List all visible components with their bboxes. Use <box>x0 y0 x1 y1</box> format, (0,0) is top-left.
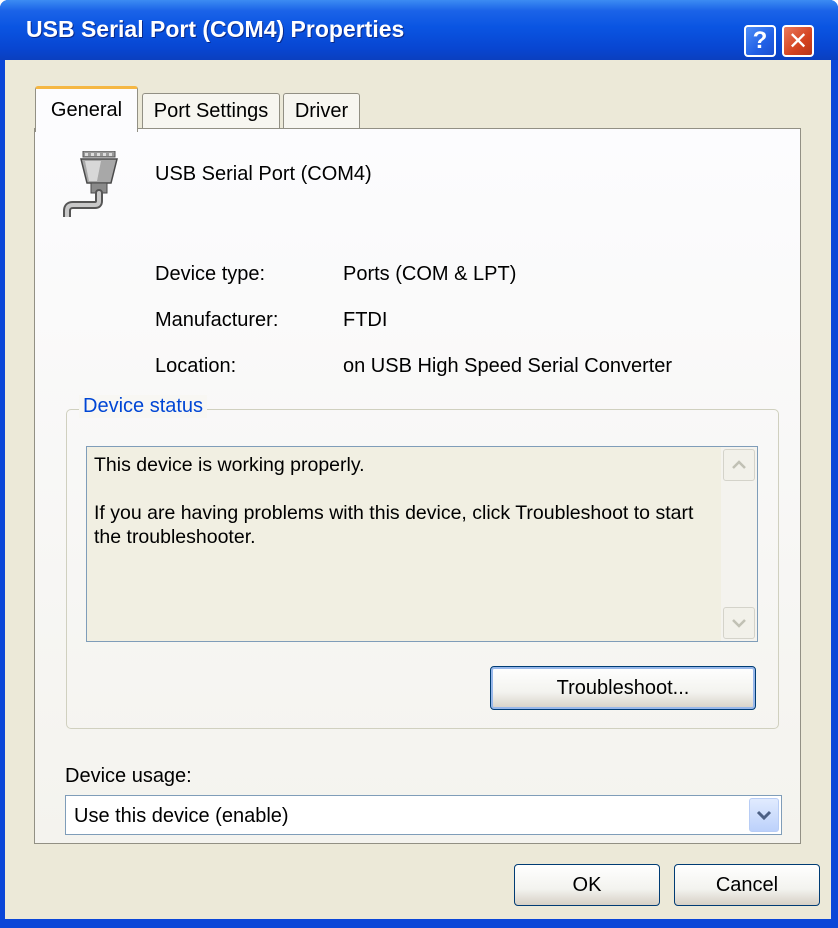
device-type-value: Ports (COM & LPT) <box>343 263 517 285</box>
scroll-down-button[interactable] <box>723 607 755 639</box>
help-button[interactable]: ? <box>744 25 776 57</box>
tab-driver[interactable]: Driver <box>283 93 360 129</box>
tab-port-settings[interactable]: Port Settings <box>142 93 280 129</box>
window-title: USB Serial Port (COM4) Properties <box>26 16 405 42</box>
device-status-text: This device is working properly. If you … <box>94 453 714 549</box>
close-button[interactable]: ✕ <box>782 25 814 57</box>
device-usage-value: Use this device (enable) <box>74 805 289 827</box>
device-type-label: Device type: <box>155 263 266 285</box>
cancel-button[interactable]: Cancel <box>674 864 820 906</box>
close-icon: ✕ <box>787 27 809 55</box>
dropdown-button[interactable] <box>749 798 779 832</box>
ok-button[interactable]: OK <box>514 864 660 906</box>
chevron-up-icon <box>732 460 746 469</box>
troubleshoot-button[interactable]: Troubleshoot... <box>490 666 756 710</box>
general-tab-panel: USB Serial Port (COM4) Device type: Port… <box>34 128 801 844</box>
device-status-title: Device status <box>79 395 208 418</box>
device-status-group: Device status This device is working pro… <box>66 395 779 729</box>
serial-port-icon <box>63 151 118 217</box>
device-status-textbox[interactable]: This device is working properly. If you … <box>86 446 758 642</box>
status-line: If you are having problems with this dev… <box>94 502 694 548</box>
device-name: USB Serial Port (COM4) <box>155 163 372 185</box>
title-bar[interactable]: USB Serial Port (COM4) Properties ? ✕ <box>0 0 838 60</box>
properties-dialog: USB Serial Port (COM4) Properties ? ✕ Ge… <box>0 0 838 928</box>
status-scrollbar[interactable] <box>721 447 757 641</box>
device-usage-label: Device usage: <box>65 765 192 787</box>
manufacturer-value: FTDI <box>343 309 388 331</box>
scroll-up-button[interactable] <box>723 449 755 481</box>
help-icon: ? <box>752 27 768 54</box>
device-usage-select[interactable]: Use this device (enable) <box>65 795 782 835</box>
chevron-down-icon <box>756 810 772 821</box>
status-line: This device is working properly. <box>94 454 365 476</box>
location-label: Location: <box>155 355 237 377</box>
dialog-client-area: General Port Settings Driver USB Serial … <box>5 60 831 919</box>
location-value: on USB High Speed Serial Converter <box>343 355 673 377</box>
chevron-down-icon <box>732 619 746 628</box>
tab-general[interactable]: General <box>35 86 138 132</box>
manufacturer-label: Manufacturer: <box>155 309 279 331</box>
